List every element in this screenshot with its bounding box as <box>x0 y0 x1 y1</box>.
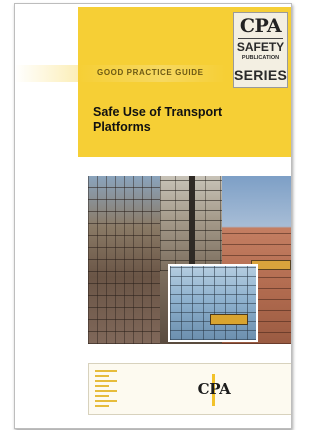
logo-line-series: SERIES <box>234 67 288 83</box>
ruler-mark <box>95 405 109 407</box>
ruler-mark <box>95 390 117 392</box>
guide-label: GOOD PRACTICE GUIDE <box>97 68 204 77</box>
ruler-mark <box>95 400 117 402</box>
logo-line-safety: SAFETY <box>236 40 285 54</box>
ruler-mark <box>95 380 117 382</box>
document-title: Safe Use of Transport Platforms <box>93 105 223 134</box>
inset-platform-car <box>210 314 248 325</box>
footer-cpa-logo: CPA <box>197 380 231 398</box>
cpa-safety-series-logo: CPA SAFETY PUBLICATION SERIES <box>233 12 288 88</box>
logo-line-publication: PUBLICATION <box>241 55 280 61</box>
glass-facade-inset-photo <box>168 264 258 342</box>
publication-cover: GOOD PRACTICE GUIDE CPA SAFETY PUBLICATI… <box>14 3 292 429</box>
ruler-mark <box>95 375 109 377</box>
building-photo-scaffold <box>88 176 160 344</box>
cover-footer: CPA <box>88 363 291 415</box>
ruler-mark <box>95 395 109 397</box>
glass-facade-grid <box>170 266 256 340</box>
logo-brand: CPA <box>239 15 282 37</box>
ruler-mark <box>95 385 109 387</box>
logo-divider <box>238 38 283 39</box>
cover-photo-collage <box>88 176 291 344</box>
ruler-mark <box>95 370 117 372</box>
